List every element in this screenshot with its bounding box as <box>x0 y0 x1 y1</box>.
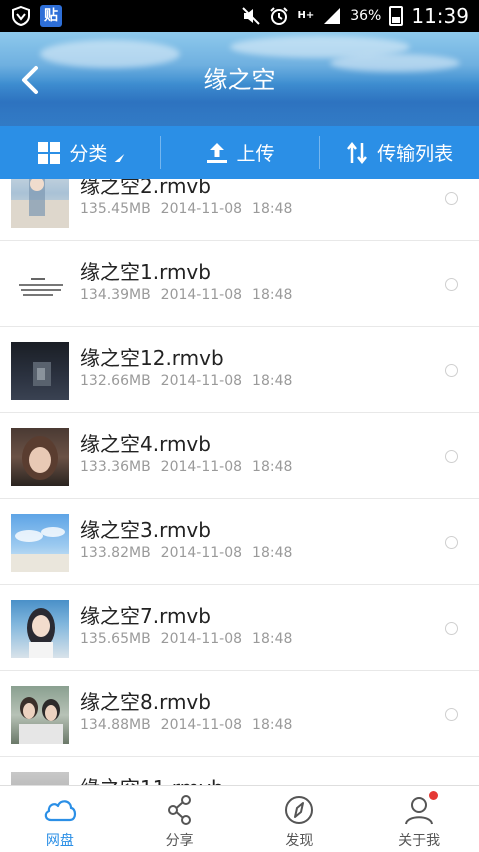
file-row[interactable]: 缘之空7.rmvb 135.65MB 2014-11-08 18:48 <box>0 585 479 671</box>
cloud-icon <box>44 800 76 822</box>
tab-upload-label: 上传 <box>236 143 275 165</box>
video-thumbnail <box>11 600 69 658</box>
file-size: 133.82MB <box>80 545 151 561</box>
file-row[interactable]: 缘之空3.rmvb 133.82MB 2014-11-08 18:48 <box>0 499 479 585</box>
file-time: 18:48 <box>252 287 293 303</box>
nav-discover-label: 发现 <box>285 833 314 849</box>
share-icon <box>167 795 191 825</box>
status-bar: 贴 H+ 36% 11:39 <box>0 0 479 32</box>
file-size: 134.88MB <box>80 717 151 733</box>
file-name: 缘之空3.rmvb <box>80 518 211 542</box>
grid-icon <box>38 141 61 164</box>
file-meta: 133.82MB 2014-11-08 18:48 <box>80 545 292 561</box>
upload-icon <box>206 142 227 163</box>
header: 缘之空 <box>0 32 479 126</box>
action-tabs: 分类 上传 传输列表 <box>0 126 479 179</box>
shield-icon <box>12 5 30 27</box>
file-row[interactable]: 缘之空4.rmvb 133.36MB 2014-11-08 18:48 <box>0 413 479 499</box>
file-size: 134.39MB <box>80 287 151 303</box>
file-meta: 134.39MB 2014-11-08 18:48 <box>80 287 292 303</box>
video-thumbnail <box>11 514 69 572</box>
tab-category-label: 分类 <box>69 143 108 165</box>
file-name: 缘之空1.rmvb <box>80 260 211 284</box>
tab-transfer-list-label: 传输列表 <box>377 143 454 165</box>
file-size: 132.66MB <box>80 373 151 389</box>
select-radio[interactable] <box>445 536 458 549</box>
signal-icon <box>324 8 341 24</box>
file-size: 133.36MB <box>80 459 151 475</box>
file-time: 18:48 <box>252 459 293 475</box>
tab-upload[interactable]: 上传 <box>159 126 320 179</box>
file-time: 18:48 <box>252 717 293 733</box>
nav-about-me[interactable]: 关于我 <box>359 786 479 852</box>
file-list[interactable]: 缘之空2.rmvb 135.45MB 2014-11-08 18:48 缘之空1.r… <box>0 179 479 785</box>
video-thumbnail <box>11 256 69 314</box>
battery-icon <box>389 6 404 26</box>
dropdown-triangle-icon <box>115 153 125 162</box>
video-thumbnail <box>11 686 69 744</box>
file-time: 18:48 <box>252 201 293 217</box>
phone-screen: 贴 H+ 36% 11:39 缘之空 分类 上传 传输列表 缘之空2.rmvb … <box>0 0 479 852</box>
video-thumbnail <box>11 179 69 228</box>
file-size: 135.65MB <box>80 631 151 647</box>
file-name: 缘之空4.rmvb <box>80 432 211 456</box>
file-name: 缘之空12.rmvb <box>80 346 224 370</box>
select-radio[interactable] <box>445 450 458 463</box>
tab-transfer-list[interactable]: 传输列表 <box>319 126 479 179</box>
compass-icon <box>285 796 314 824</box>
tab-category[interactable]: 分类 <box>0 126 160 179</box>
select-radio[interactable] <box>445 192 458 205</box>
nav-netdisk-label: 网盘 <box>45 833 74 849</box>
file-time: 18:48 <box>252 545 293 561</box>
network-type: H+ <box>297 10 315 21</box>
file-row[interactable]: 缘之空12.rmvb 132.66MB 2014-11-08 18:48 <box>0 327 479 413</box>
bottom-nav: 网盘 分享 发现 关于我 <box>0 785 479 852</box>
select-radio[interactable] <box>445 708 458 721</box>
file-date: 2014-11-08 <box>160 201 243 217</box>
file-name: 缘之空11.rmvb <box>80 772 224 785</box>
file-time: 18:48 <box>252 631 293 647</box>
video-thumbnail <box>11 342 69 400</box>
file-date: 2014-11-08 <box>160 459 243 475</box>
select-radio[interactable] <box>445 622 458 635</box>
nav-share[interactable]: 分享 <box>120 786 240 852</box>
file-row[interactable]: 缘之空2.rmvb 135.45MB 2014-11-08 18:48 <box>0 179 479 241</box>
file-row[interactable]: 缘之空8.rmvb 134.88MB 2014-11-08 18:48 <box>0 671 479 757</box>
battery-percent: 36% <box>350 8 382 24</box>
file-meta: 135.65MB 2014-11-08 18:48 <box>80 631 292 647</box>
page-title: 缘之空 <box>203 66 276 94</box>
select-radio[interactable] <box>445 278 458 291</box>
file-name: 缘之空8.rmvb <box>80 690 211 714</box>
file-meta: 134.88MB 2014-11-08 18:48 <box>80 717 292 733</box>
nav-discover[interactable]: 发现 <box>240 786 360 852</box>
nav-share-label: 分享 <box>165 833 194 849</box>
file-row[interactable]: 缘之空1.rmvb 134.39MB 2014-11-08 18:48 <box>0 241 479 327</box>
tieba-icon: 贴 <box>40 5 62 27</box>
file-meta: 135.45MB 2014-11-08 18:48 <box>80 201 292 217</box>
file-date: 2014-11-08 <box>160 717 243 733</box>
select-radio[interactable] <box>445 364 458 377</box>
file-name: 缘之空7.rmvb <box>80 604 211 628</box>
video-thumbnail <box>11 428 69 486</box>
clock: 11:39 <box>411 4 469 28</box>
file-size: 135.45MB <box>80 201 151 217</box>
file-row[interactable]: 缘之空11.rmvb <box>0 757 479 785</box>
video-thumbnail <box>11 772 69 785</box>
transfer-icon <box>347 141 368 164</box>
file-date: 2014-11-08 <box>160 373 243 389</box>
alarm-icon <box>270 7 289 25</box>
file-date: 2014-11-08 <box>160 631 243 647</box>
nav-about-me-label: 关于我 <box>398 833 441 849</box>
nav-netdisk[interactable]: 网盘 <box>0 786 120 852</box>
file-name: 缘之空2.rmvb <box>80 179 211 198</box>
file-date: 2014-11-08 <box>160 287 243 303</box>
file-time: 18:48 <box>252 373 293 389</box>
mute-icon <box>242 7 261 25</box>
file-meta: 132.66MB 2014-11-08 18:48 <box>80 373 292 389</box>
file-meta: 133.36MB 2014-11-08 18:48 <box>80 459 292 475</box>
file-date: 2014-11-08 <box>160 545 243 561</box>
